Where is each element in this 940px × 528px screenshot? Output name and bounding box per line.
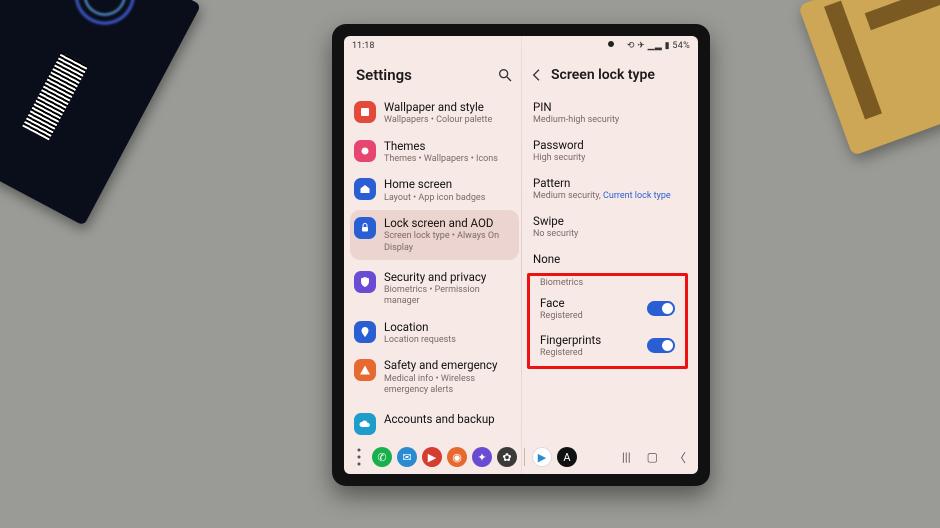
gallery-app-icon[interactable]: ✿: [497, 447, 517, 467]
lock-sub: Medium security, Current lock type: [533, 191, 684, 201]
item-sub: Screen lock type • Always On Display: [384, 231, 513, 254]
device-frame: 11:18 ⟲ ✈ ▁▂ ▮ 54% Settings: [332, 24, 710, 486]
biometric-title: Fingerprints: [540, 333, 647, 347]
shield-icon: [354, 271, 376, 293]
lock-type-pin[interactable]: PIN Medium-high security: [523, 94, 692, 132]
video-app-icon[interactable]: ▶: [422, 447, 442, 467]
front-camera: [608, 41, 614, 47]
sidebar-item-home-screen[interactable]: Home screen Layout • App icon badges: [350, 171, 519, 210]
item-title: Safety and emergency: [384, 358, 513, 372]
item-sub: Medical info • Wireless emergency alerts: [384, 374, 513, 397]
settings-list[interactable]: Wallpaper and style Wallpapers • Colour …: [350, 94, 519, 442]
lock-title: Pattern: [533, 176, 684, 190]
emergency-icon: [354, 359, 376, 381]
browser-app-icon[interactable]: ◉: [447, 447, 467, 467]
app-icon-generic[interactable]: A: [557, 447, 577, 467]
sidebar-item-location[interactable]: Location Location requests: [350, 314, 519, 353]
sidebar-item-lock-screen[interactable]: Lock screen and AOD Screen lock type • A…: [350, 210, 519, 260]
home-button[interactable]: ▢: [647, 450, 658, 464]
messages-app-icon[interactable]: ✉: [397, 447, 417, 467]
app-drawer-handle[interactable]: [350, 447, 368, 467]
biometric-sub: Registered: [540, 348, 647, 358]
sidebar-item-themes[interactable]: Themes Themes • Wallpapers • Icons: [350, 133, 519, 172]
detail-pane: Screen lock type PIN Medium-high securit…: [521, 56, 698, 442]
biometric-face[interactable]: Face Registered: [530, 290, 685, 327]
camera-app-icon[interactable]: ✦: [472, 447, 492, 467]
status-indicators: ⟲ ✈ ▁▂ ▮ 54%: [521, 41, 690, 51]
settings-pane: Settings Wallpaper and style Wallpapers …: [344, 56, 521, 442]
screen: 11:18 ⟲ ✈ ▁▂ ▮ 54% Settings: [344, 36, 698, 474]
lock-sub: No security: [533, 229, 684, 239]
recents-button[interactable]: |||: [622, 450, 631, 464]
settings-title: Settings: [356, 66, 412, 84]
biometrics-highlight: Biometrics Face Registered Fingerprints: [527, 273, 688, 369]
sidebar-item-safety[interactable]: Safety and emergency Medical info • Wire…: [350, 352, 519, 402]
lock-icon: [354, 217, 376, 239]
fingerprints-toggle[interactable]: [647, 338, 675, 353]
lock-title: Swipe: [533, 214, 684, 228]
phone-app-icon[interactable]: ✆: [372, 447, 392, 467]
wooden-toy-prop: [798, 0, 940, 156]
lock-type-pattern[interactable]: Pattern Medium security, Current lock ty…: [523, 170, 692, 208]
settings-header: Settings: [350, 60, 519, 94]
sidebar-item-accounts[interactable]: Accounts and backup: [350, 406, 519, 441]
product-box-prop: Galaxy Z Fold6: [0, 0, 201, 226]
cloud-icon: [354, 413, 376, 435]
lock-title: Password: [533, 138, 684, 152]
item-sub: Biometrics • Permission manager: [384, 285, 513, 308]
play-store-icon[interactable]: ▶: [532, 447, 552, 467]
lock-type-swipe[interactable]: Swipe No security: [523, 208, 692, 246]
item-title: Home screen: [384, 177, 513, 191]
biometrics-section-label: Biometrics: [530, 276, 685, 290]
item-sub: Layout • App icon badges: [384, 193, 513, 204]
lock-type-list: PIN Medium-high security Password High s…: [523, 94, 692, 442]
detail-title: Screen lock type: [551, 67, 655, 83]
biometric-title: Face: [540, 296, 647, 310]
system-nav: ||| ▢ 〈: [618, 449, 692, 466]
back-button[interactable]: 〈: [674, 449, 686, 466]
item-title: Security and privacy: [384, 270, 513, 284]
face-toggle[interactable]: [647, 301, 675, 316]
lock-title: None: [533, 252, 684, 266]
item-title: Themes: [384, 139, 513, 153]
search-icon[interactable]: [497, 67, 513, 83]
back-icon[interactable]: [529, 67, 545, 83]
dock-apps: ✆ ✉ ▶ ◉ ✦ ✿ ▶ A: [370, 447, 616, 467]
item-sub: Location requests: [384, 335, 513, 346]
item-sub: Wallpapers • Colour palette: [384, 115, 513, 126]
sidebar-item-security[interactable]: Security and privacy Biometrics • Permis…: [350, 264, 519, 314]
lock-sub: Medium-high security: [533, 115, 684, 125]
sidebar-item-wallpaper[interactable]: Wallpaper and style Wallpapers • Colour …: [350, 94, 519, 133]
barcode: [22, 52, 88, 140]
location-icon: [354, 321, 376, 343]
lock-type-password[interactable]: Password High security: [523, 132, 692, 170]
wallpaper-icon: [354, 101, 376, 123]
lock-title: PIN: [533, 100, 684, 114]
dock-separator: [524, 448, 525, 466]
themes-icon: [354, 140, 376, 162]
detail-header: Screen lock type: [523, 60, 692, 94]
lock-type-none[interactable]: None: [523, 246, 692, 273]
home-icon: [354, 178, 376, 200]
box-art-swirl: [64, 0, 145, 35]
lock-sub: High security: [533, 153, 684, 163]
item-title: Lock screen and AOD: [384, 216, 513, 230]
item-title: Accounts and backup: [384, 412, 513, 426]
biometric-fingerprints[interactable]: Fingerprints Registered: [530, 327, 685, 364]
item-sub: Themes • Wallpapers • Icons: [384, 154, 513, 165]
item-title: Wallpaper and style: [384, 100, 513, 114]
status-clock: 11:18: [352, 41, 521, 51]
biometric-sub: Registered: [540, 311, 647, 321]
item-title: Location: [384, 320, 513, 334]
fold-crease: [521, 36, 522, 474]
